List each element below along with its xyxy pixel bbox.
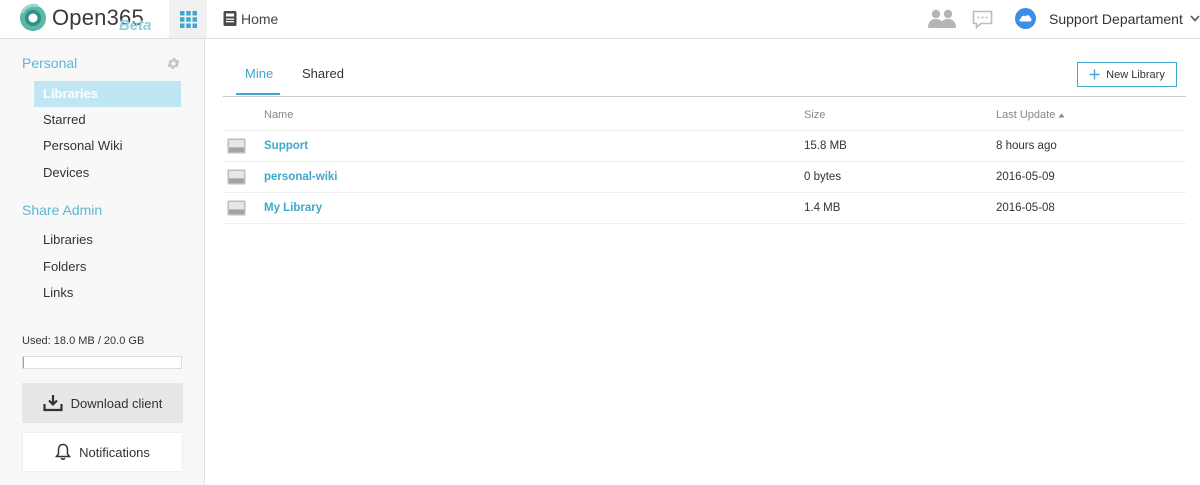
sidebar-item-libraries[interactable]: Libraries: [34, 81, 181, 107]
library-last-update: 2016-05-08: [996, 202, 1055, 214]
sidebar: Personal Libraries Starred Personal Wiki…: [0, 39, 205, 485]
library-name-link[interactable]: personal-wiki: [264, 171, 338, 183]
download-icon: [43, 395, 63, 412]
chevron-down-icon: [1190, 15, 1200, 22]
new-library-label: New Library: [1106, 68, 1165, 81]
notifications-button[interactable]: Notifications: [22, 432, 183, 472]
home-link[interactable]: Home: [223, 10, 278, 27]
library-size: 1.4 MB: [804, 202, 841, 214]
library-name-link[interactable]: My Library: [264, 202, 322, 214]
sidebar-item-starred[interactable]: Starred: [34, 107, 181, 133]
sidebar-item-share-links[interactable]: Links: [34, 280, 181, 306]
tab-mine[interactable]: Mine: [245, 66, 273, 81]
plus-icon: [1089, 69, 1100, 80]
home-icon: [223, 11, 237, 26]
top-bar: Open365 Beta Home Support Departament: [0, 0, 1200, 39]
share-admin-heading: Share Admin: [22, 202, 103, 218]
library-last-update: 8 hours ago: [996, 140, 1057, 152]
notifications-label: Notifications: [79, 444, 150, 460]
user-menu[interactable]: Support Departament: [1015, 8, 1200, 29]
user-name: Support Departament: [1049, 10, 1183, 27]
tab-shared[interactable]: Shared: [302, 66, 344, 81]
storage-usage-text: Used: 18.0 MB / 20.0 GB: [22, 335, 145, 347]
column-header-last-update[interactable]: Last Update: [996, 109, 1065, 121]
download-client-label: Download client: [70, 395, 163, 411]
open365-logo-icon: [20, 3, 46, 31]
library-icon: [227, 200, 246, 216]
table-row[interactable]: personal-wiki 0 bytes 2016-05-09: [223, 162, 1186, 193]
contacts-icon[interactable]: [927, 9, 957, 29]
logo-badge: Beta: [119, 17, 152, 34]
library-size: 0 bytes: [804, 171, 842, 183]
sidebar-item-devices[interactable]: Devices: [34, 160, 181, 186]
library-name-link[interactable]: Support: [264, 140, 308, 152]
cloud-avatar-icon: [1015, 8, 1036, 29]
app-logo[interactable]: Open365 Beta: [18, 2, 168, 36]
apps-grid-button[interactable]: [169, 0, 207, 38]
library-icon: [227, 169, 246, 185]
library-icon: [227, 138, 246, 154]
chat-icon[interactable]: [972, 10, 993, 29]
column-header-size[interactable]: Size: [804, 109, 825, 121]
last-update-label: Last Update: [996, 109, 1056, 121]
storage-usage-bar: [22, 356, 182, 369]
sidebar-item-personal-wiki[interactable]: Personal Wiki: [34, 133, 181, 159]
active-tab-indicator: [236, 93, 280, 95]
tabs-divider: [223, 96, 1186, 97]
column-header-name[interactable]: Name: [264, 109, 293, 121]
sort-ascending-icon: [1058, 113, 1065, 117]
sidebar-item-share-folders[interactable]: Folders: [34, 254, 181, 280]
gear-icon[interactable]: [166, 56, 181, 71]
library-size: 15.8 MB: [804, 140, 847, 152]
bell-icon: [55, 443, 72, 460]
table-row[interactable]: My Library 1.4 MB 2016-05-08: [223, 193, 1186, 224]
new-library-button[interactable]: New Library: [1077, 62, 1177, 87]
home-label: Home: [241, 10, 279, 27]
download-client-button[interactable]: Download client: [22, 383, 183, 423]
sidebar-item-share-libraries[interactable]: Libraries: [34, 227, 181, 253]
apps-grid-icon: [179, 10, 197, 28]
table-row[interactable]: Support 15.8 MB 8 hours ago: [223, 131, 1186, 162]
library-last-update: 2016-05-09: [996, 171, 1055, 183]
personal-heading: Personal: [22, 55, 78, 71]
